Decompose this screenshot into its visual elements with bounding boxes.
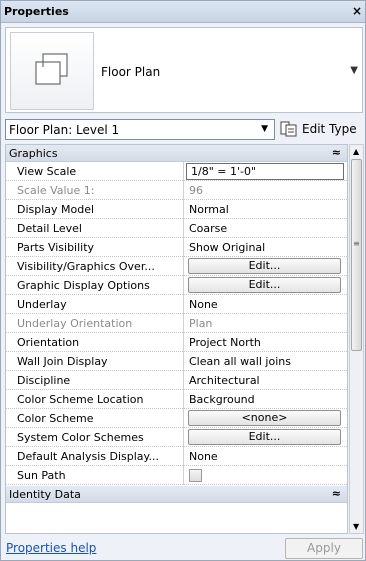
palette-title: Properties <box>4 5 69 18</box>
type-name: Floor Plan <box>101 65 161 79</box>
palette-footer: Properties help Apply <box>1 536 365 561</box>
sun-path-checkbox[interactable] <box>189 469 202 482</box>
property-name: Wall Join Display <box>6 352 184 371</box>
property-row-system-color-schemes[interactable]: System Color Schemes Edit... <box>6 428 347 447</box>
property-row-sun-path[interactable]: Sun Path <box>6 466 347 485</box>
property-name: Graphic Display Options <box>6 276 184 295</box>
property-value[interactable]: Edit... <box>185 257 347 276</box>
edit-button[interactable]: Edit... <box>188 258 341 274</box>
property-name: Color Scheme <box>6 409 184 428</box>
property-value[interactable]: Architectural <box>185 371 347 390</box>
property-name: System Color Schemes <box>6 428 184 447</box>
property-name: Display Model <box>6 200 184 219</box>
floor-plan-icon <box>35 53 68 85</box>
property-value[interactable]: 1/8" = 1'-0" <box>185 162 347 181</box>
property-value[interactable]: Edit... <box>185 276 347 295</box>
property-name: Orientation <box>6 333 184 352</box>
property-value[interactable]: Coarse <box>185 219 347 238</box>
property-row-color-scheme-location[interactable]: Color Scheme Location Background <box>6 390 347 409</box>
property-row-underlay-orientation: Underlay Orientation Plan <box>6 314 347 333</box>
collapse-icon[interactable]: ≈ <box>332 487 341 500</box>
type-thumbnail <box>10 32 94 110</box>
group-header-graphics[interactable]: Graphics ≈ <box>6 145 347 162</box>
property-row-orientation[interactable]: Orientation Project North <box>6 333 347 352</box>
property-row-parts-visibility[interactable]: Parts Visibility Show Original <box>6 238 347 257</box>
property-value: Plan <box>189 317 213 330</box>
instance-filter-dropdown[interactable]: Floor Plan: Level 1 ▼ <box>5 119 275 140</box>
property-value[interactable]: Normal <box>185 200 347 219</box>
property-value[interactable]: Background <box>185 390 347 409</box>
property-name: Detail Level <box>6 219 184 238</box>
instance-filter-value: Floor Plan: Level 1 <box>9 123 120 137</box>
edit-type-label: Edit Type <box>302 122 357 136</box>
property-value[interactable]: <none> <box>185 409 347 428</box>
collapse-icon[interactable]: ≈ <box>332 146 341 159</box>
property-name: Visibility/Graphics Over... <box>6 257 184 276</box>
property-value[interactable]: Edit... <box>185 428 347 447</box>
type-selector[interactable]: Floor Plan ▼ <box>5 27 363 113</box>
apply-button[interactable]: Apply <box>285 538 363 559</box>
property-name: Underlay Orientation <box>6 314 184 333</box>
property-row-default-analysis-display[interactable]: Default Analysis Display... None <box>6 447 347 466</box>
properties-help-link[interactable]: Properties help <box>6 541 96 555</box>
property-value: 96 <box>189 184 203 197</box>
property-row-detail-level[interactable]: Detail Level Coarse <box>6 219 347 238</box>
property-value[interactable] <box>185 466 347 485</box>
property-value[interactable]: Project North <box>185 333 347 352</box>
properties-palette: Properties × Floor Plan ▼ Floor Plan: Le… <box>0 0 366 561</box>
chevron-down-icon[interactable]: ▼ <box>350 65 358 76</box>
property-name: View Scale <box>6 162 184 181</box>
property-row-display-model[interactable]: Display Model Normal <box>6 200 347 219</box>
property-name: Scale Value 1: <box>6 181 184 200</box>
property-value[interactable]: None <box>185 447 347 466</box>
vertical-scrollbar[interactable]: ▲ ≡ ▼ <box>349 144 364 534</box>
close-icon[interactable]: × <box>352 4 362 18</box>
property-name: Parts Visibility <box>6 238 184 257</box>
properties-grid: Graphics ≈ View Scale 1/8" = 1'-0" Scale… <box>5 144 348 534</box>
edit-type-button[interactable]: Edit Type <box>280 119 364 140</box>
property-row-discipline[interactable]: Discipline Architectural <box>6 371 347 390</box>
property-row-visibility-graphics[interactable]: Visibility/Graphics Over... Edit... <box>6 257 347 276</box>
property-row-underlay[interactable]: Underlay None <box>6 295 347 314</box>
property-name: Discipline <box>6 371 184 390</box>
scrollbar-thumb[interactable] <box>351 159 362 351</box>
palette-titlebar[interactable]: Properties × <box>1 1 365 23</box>
group-header-identity-data[interactable]: Identity Data ≈ <box>6 486 347 503</box>
property-name: Underlay <box>6 295 184 314</box>
property-name: Sun Path <box>6 466 184 485</box>
scroll-down-icon[interactable]: ▼ <box>353 522 359 531</box>
group-label: Identity Data <box>9 488 81 501</box>
property-value[interactable]: Clean all wall joins <box>185 352 347 371</box>
property-name: Default Analysis Display... <box>6 447 184 466</box>
edit-type-icon <box>280 121 297 137</box>
chevron-down-icon: ▼ <box>261 124 268 134</box>
property-row-view-scale[interactable]: View Scale 1/8" = 1'-0" <box>6 162 347 181</box>
property-row-color-scheme[interactable]: Color Scheme <none> <box>6 409 347 428</box>
group-label: Graphics <box>9 147 58 160</box>
property-value[interactable]: Show Original <box>185 238 347 257</box>
edit-button[interactable]: Edit... <box>188 429 341 445</box>
color-scheme-button[interactable]: <none> <box>188 410 341 426</box>
scroll-up-icon[interactable]: ▲ <box>353 147 359 156</box>
property-row-wall-join-display[interactable]: Wall Join Display Clean all wall joins <box>6 352 347 371</box>
property-value[interactable]: None <box>185 295 347 314</box>
edit-button[interactable]: Edit... <box>188 277 341 293</box>
property-name: Color Scheme Location <box>6 390 184 409</box>
property-row-scale-value: Scale Value 1: 96 <box>6 181 347 200</box>
view-scale-field[interactable]: 1/8" = 1'-0" <box>186 163 344 180</box>
grip-icon: ≡ <box>353 239 360 248</box>
property-row-graphic-display-options[interactable]: Graphic Display Options Edit... <box>6 276 347 295</box>
